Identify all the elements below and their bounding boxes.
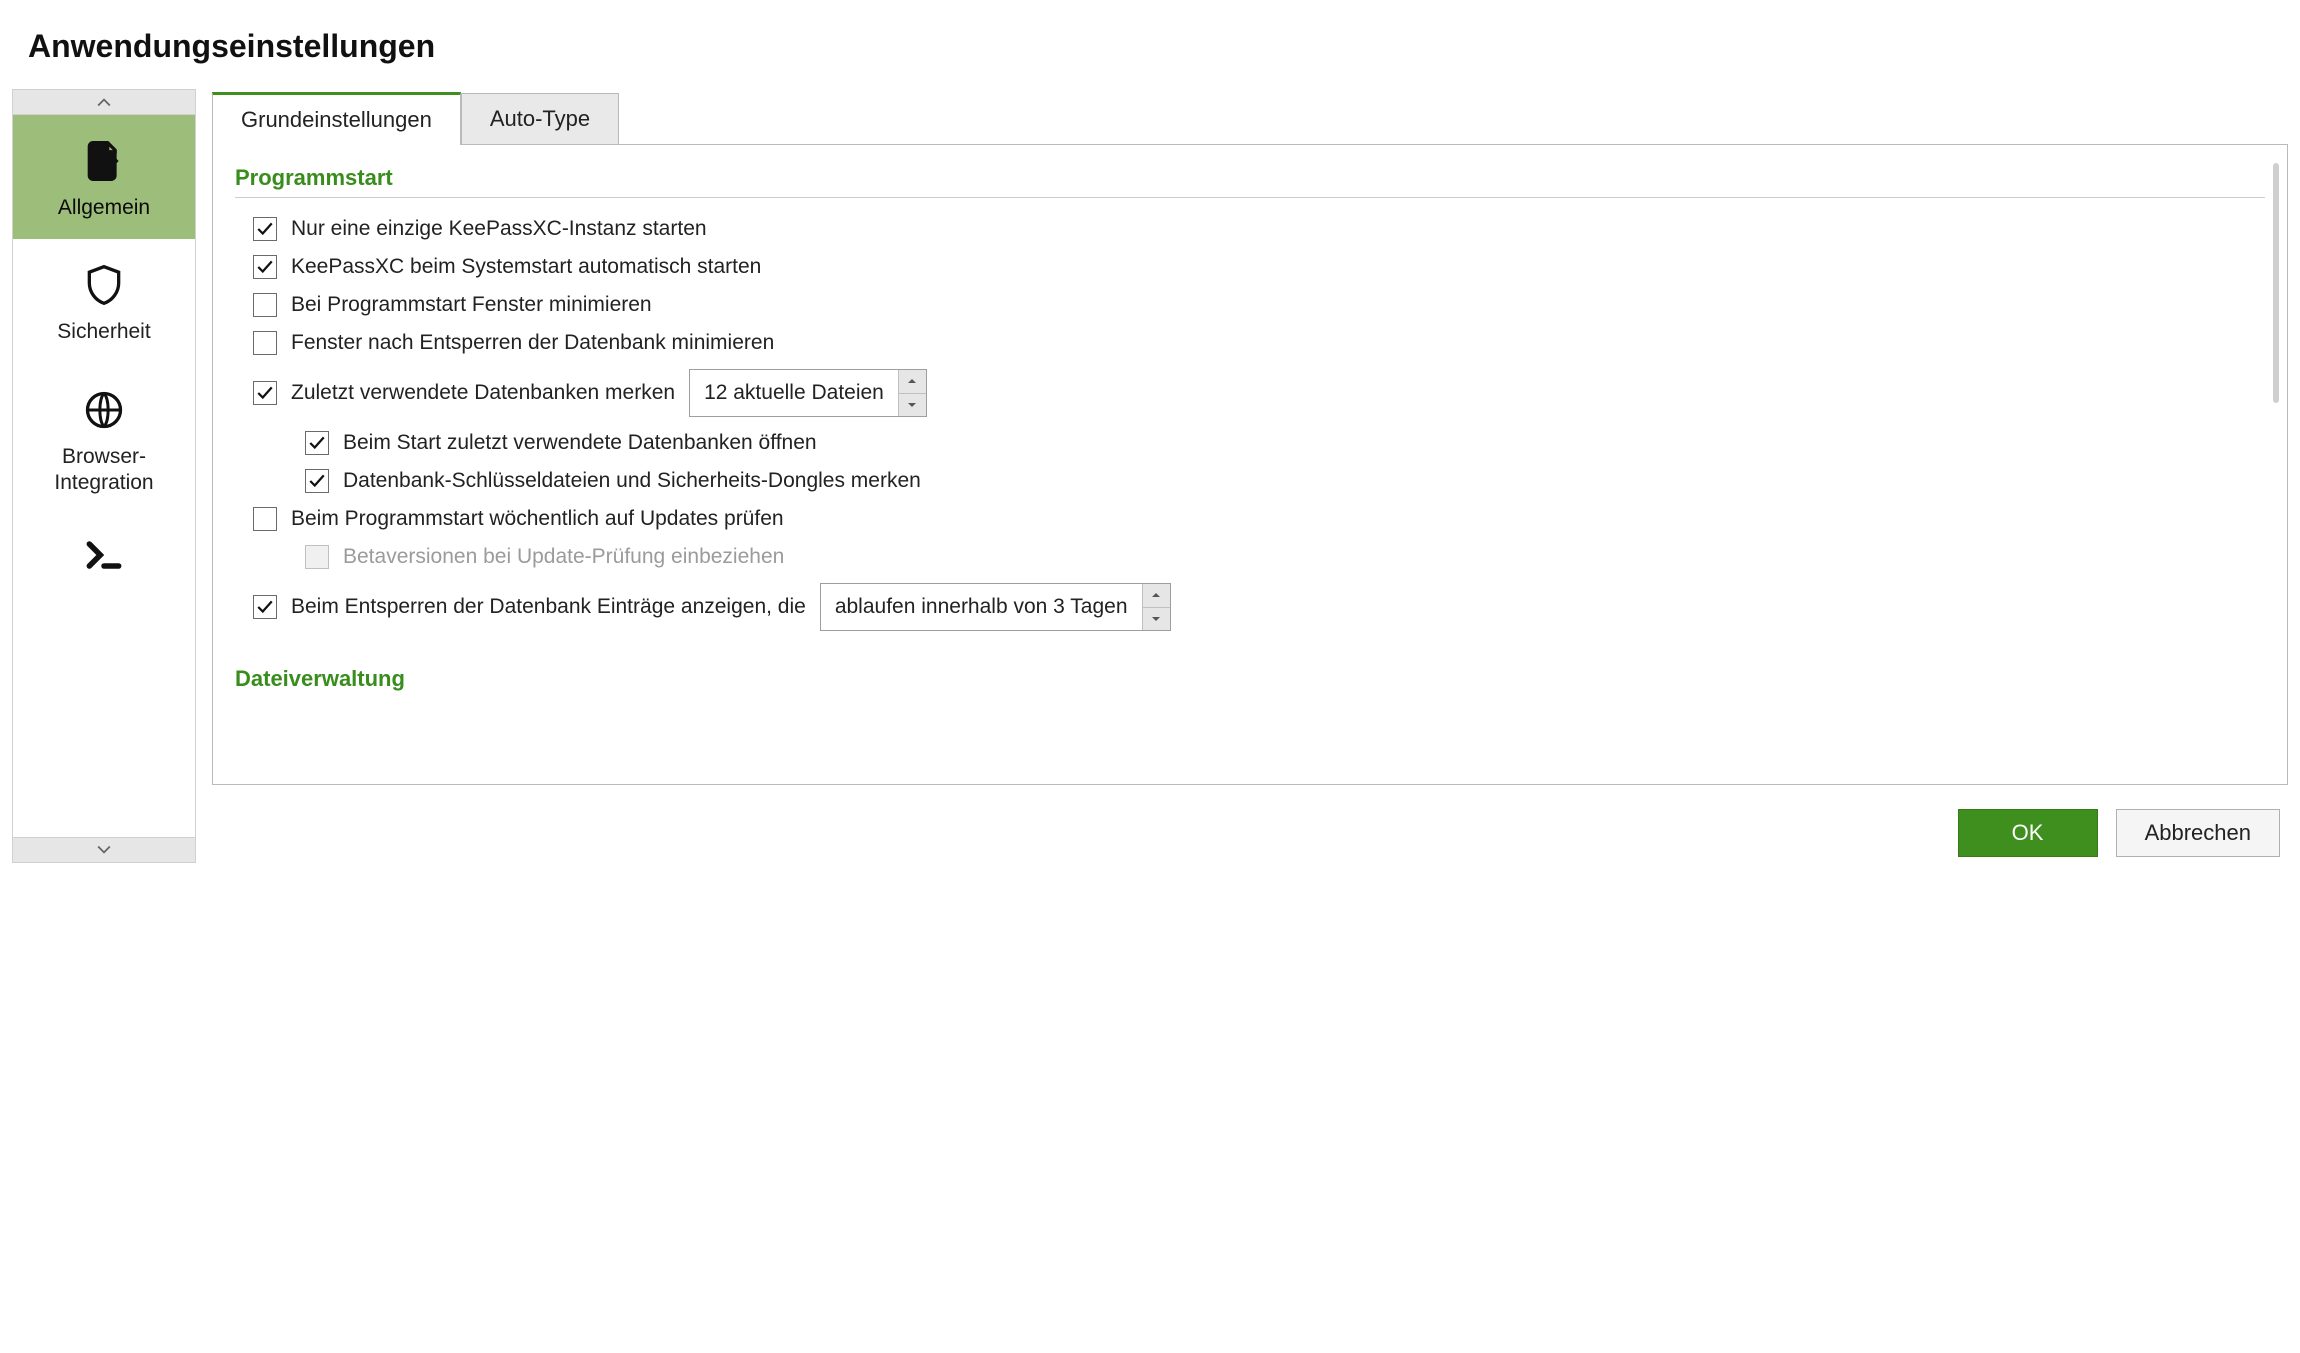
- tab-content: Programmstart Nur eine einzige KeePassXC…: [212, 145, 2288, 785]
- globe-icon: [80, 386, 128, 434]
- sidebar-items: Allgemein Sicherheit Browser-Integration: [12, 115, 196, 837]
- checkbox-minimize-after-unlock[interactable]: [253, 331, 277, 355]
- row-minimize-after-unlock: Fenster nach Entsperren der Datenbank mi…: [253, 324, 2265, 362]
- spin-buttons: [1142, 584, 1170, 630]
- section-title-programstart: Programmstart: [235, 165, 2265, 191]
- content-scrollbar-thumb[interactable]: [2273, 163, 2279, 403]
- tab-auto-type[interactable]: Auto-Type: [461, 93, 619, 144]
- sidebar-item-label: Sicherheit: [57, 319, 150, 345]
- settings-tabbar: Grundeinstellungen Auto-Type: [212, 91, 2288, 145]
- sidebar-scroll-down[interactable]: [12, 837, 196, 863]
- row-remember-recent: Zuletzt verwendete Datenbanken merken 12…: [253, 362, 2265, 424]
- label-autostart: KeePassXC beim Systemstart automatisch s…: [291, 255, 761, 279]
- expire-decrease[interactable]: [1143, 608, 1170, 631]
- section-title-files: Dateiverwaltung: [235, 666, 2265, 692]
- checkbox-open-recent[interactable]: [305, 431, 329, 455]
- cancel-button[interactable]: Abbrechen: [2116, 809, 2280, 857]
- body-wrap: Allgemein Sicherheit Browser-Integration: [12, 89, 2288, 863]
- label-remember-keyfiles: Datenbank-Schlüsseldateien und Sicherhei…: [343, 469, 921, 493]
- spin-buttons: [898, 370, 926, 416]
- checkbox-minimize-on-start[interactable]: [253, 293, 277, 317]
- checkbox-single-instance[interactable]: [253, 217, 277, 241]
- page-title: Anwendungseinstellungen: [28, 28, 2280, 65]
- sidebar-item-label: Browser-Integration: [17, 444, 191, 497]
- section-divider: [235, 197, 2265, 198]
- label-single-instance: Nur eine einzige KeePassXC-Instanz start…: [291, 217, 707, 241]
- label-minimize-on-start: Bei Programmstart Fenster minimieren: [291, 293, 652, 317]
- terminal-icon: [80, 536, 128, 574]
- expire-within-value: ablaufen innerhalb von 3 Tagen: [821, 584, 1142, 630]
- sidebar-item-browser-integration[interactable]: Browser-Integration: [13, 364, 195, 515]
- recent-files-value: 12 aktuelle Dateien: [690, 370, 898, 416]
- content-scrollbar[interactable]: [2273, 163, 2279, 766]
- label-beta-updates: Betaversionen bei Update-Prüfung einbezi…: [343, 545, 784, 569]
- row-beta-updates: Betaversionen bei Update-Prüfung einbezi…: [253, 538, 2265, 576]
- sidebar-item-security[interactable]: Sicherheit: [13, 239, 195, 363]
- label-remember-recent: Zuletzt verwendete Datenbanken merken: [291, 381, 675, 405]
- expire-within-spinbox[interactable]: ablaufen innerhalb von 3 Tagen: [820, 583, 1171, 631]
- document-edit-icon: [80, 137, 128, 185]
- row-check-updates: Beim Programmstart wöchentlich auf Updat…: [253, 500, 2265, 538]
- sidebar-item-ssh-agent[interactable]: [13, 514, 195, 580]
- checkbox-autostart[interactable]: [253, 255, 277, 279]
- label-minimize-after-unlock: Fenster nach Entsperren der Datenbank mi…: [291, 331, 774, 355]
- sidebar-item-label: Allgemein: [58, 195, 150, 221]
- checkbox-beta-updates: [305, 545, 329, 569]
- sidebar-item-general[interactable]: Allgemein: [13, 115, 195, 239]
- checkbox-remember-keyfiles[interactable]: [305, 469, 329, 493]
- tab-basic-settings[interactable]: Grundeinstellungen: [212, 92, 461, 145]
- recent-files-increase[interactable]: [899, 370, 926, 394]
- row-single-instance: Nur eine einzige KeePassXC-Instanz start…: [253, 210, 2265, 248]
- checkbox-remember-recent[interactable]: [253, 381, 277, 405]
- row-autostart: KeePassXC beim Systemstart automatisch s…: [253, 248, 2265, 286]
- options-programstart: Nur eine einzige KeePassXC-Instanz start…: [235, 210, 2265, 638]
- expire-increase[interactable]: [1143, 584, 1170, 608]
- recent-files-decrease[interactable]: [899, 394, 926, 417]
- label-show-expired: Beim Entsperren der Datenbank Einträge a…: [291, 595, 806, 619]
- right-pane: Grundeinstellungen Auto-Type Programmsta…: [212, 89, 2288, 863]
- label-check-updates: Beim Programmstart wöchentlich auf Updat…: [291, 507, 784, 531]
- ok-button[interactable]: OK: [1958, 809, 2098, 857]
- recent-files-spinbox[interactable]: 12 aktuelle Dateien: [689, 369, 927, 417]
- label-open-recent: Beim Start zuletzt verwendete Datenbanke…: [343, 431, 817, 455]
- sidebar-scroll-up[interactable]: [12, 89, 196, 115]
- settings-sidebar: Allgemein Sicherheit Browser-Integration: [12, 89, 196, 863]
- row-remember-keyfiles: Datenbank-Schlüsseldateien und Sicherhei…: [253, 462, 2265, 500]
- row-show-expired: Beim Entsperren der Datenbank Einträge a…: [253, 576, 2265, 638]
- shield-icon: [80, 261, 128, 309]
- row-minimize-on-start: Bei Programmstart Fenster minimieren: [253, 286, 2265, 324]
- checkbox-show-expired[interactable]: [253, 595, 277, 619]
- row-open-recent: Beim Start zuletzt verwendete Datenbanke…: [253, 424, 2265, 462]
- checkbox-check-updates[interactable]: [253, 507, 277, 531]
- dialog-footer: OK Abbrechen: [212, 785, 2288, 863]
